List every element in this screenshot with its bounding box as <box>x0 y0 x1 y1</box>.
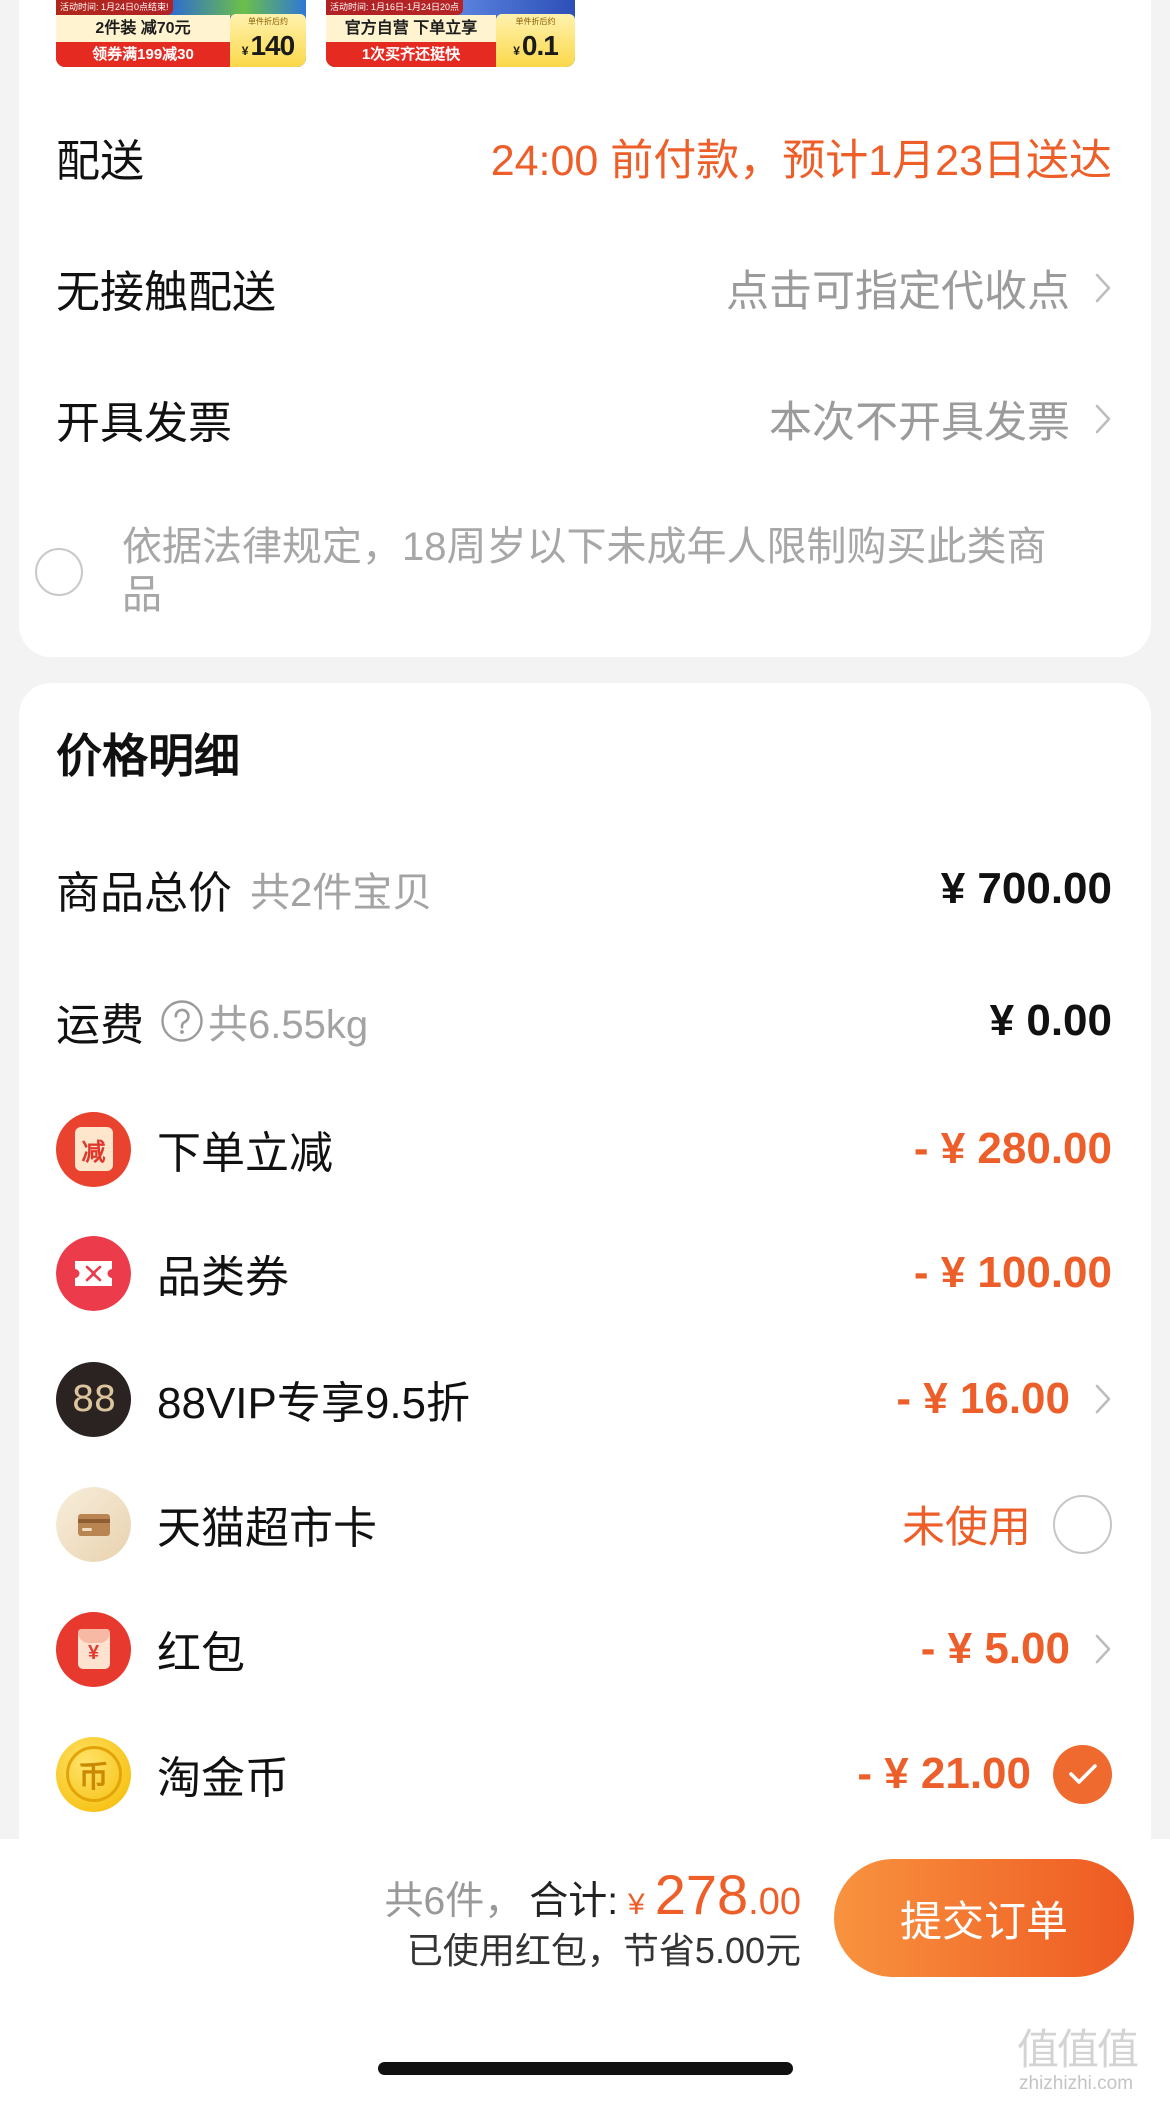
category-coupon-value: - ¥ 100.00 <box>913 1248 1112 1297</box>
88vip-discount-label: 88VIP专享9.5折 <box>157 1379 471 1428</box>
88vip-icon-glyph: 88 <box>71 1378 117 1420</box>
coin-glyph: 币 <box>65 1746 122 1802</box>
watermark-logo: 值值值 <box>1017 2026 1139 2073</box>
price-currency: ¥ <box>241 44 249 58</box>
supermarket-card-icon <box>56 1486 131 1562</box>
reduce-icon-glyph: 减 <box>74 1127 113 1171</box>
subtotal-value: ¥ 700.00 <box>940 864 1112 913</box>
chevron-right-icon[interactable] <box>1094 1383 1112 1415</box>
promo-price: ¥0.1 <box>496 28 575 67</box>
help-icon[interactable] <box>160 999 204 1043</box>
delivery-label: 配送 <box>56 137 144 186</box>
category-coupon-icon <box>56 1235 131 1311</box>
price-detail-title: 价格明细 <box>56 730 240 782</box>
promo-price: ¥140 <box>230 28 306 67</box>
check-icon <box>1068 1764 1097 1784</box>
checkout-bar: 共6件， 合计: ¥278.00 已使用红包，节省5.00元 提交订单 值值值 zh… <box>0 1839 1170 2101</box>
shipping-value: ¥ 0.00 <box>989 996 1112 1045</box>
red-packet-envelope: ¥ <box>77 1629 110 1669</box>
chevron-right-icon <box>1095 404 1111 434</box>
order-confirmation-page: 活动时间: 1月24日0点结束! 2件装 减70元 领券满199减30 单件折后… <box>0 0 1170 2101</box>
product-thumbnail[interactable]: 活动时间: 1月16日-1月24日20点 官方自营 下单立享 1次买齐还挺快 单… <box>326 0 575 67</box>
red-packet-icon: ¥ <box>56 1611 131 1687</box>
age-restriction-notice: 依据法律规定，18周岁以下未成年人限制购买此类商品 <box>122 525 1047 617</box>
home-indicator[interactable] <box>378 2062 793 2075</box>
chevron-right-icon <box>1095 273 1111 303</box>
total-label: 合计: <box>529 1880 619 1923</box>
supermarket-card-status: 未使用 <box>902 1504 1031 1552</box>
promo-coupon-text: 领券满199减30 <box>56 42 230 67</box>
taojinbi-coin-icon: 币 <box>56 1736 131 1812</box>
age-notice-checkbox[interactable] <box>35 548 83 596</box>
invoice-value: 本次不开具发票 <box>769 399 1070 447</box>
price-currency: ¥ <box>513 44 520 58</box>
price-note: 单件折后约 <box>248 17 288 26</box>
red-packet-flap <box>77 1629 110 1643</box>
contactless-delivery-action[interactable]: 点击可指定代收点 <box>726 257 1112 319</box>
promo-headline: 2件装 减70元 <box>56 15 230 42</box>
instant-reduce-label: 下单立减 <box>157 1129 333 1178</box>
shipping-weight-note: 共6.55kg <box>208 1003 369 1047</box>
delivery-row: 配送 24:00 前付款，预计1月23日送达 <box>56 117 1112 197</box>
category-coupon-label: 品类券 <box>157 1253 289 1302</box>
delivery-estimate: 24:00 前付款，预计1月23日送达 <box>490 137 1112 185</box>
invoice-action[interactable]: 本次不开具发票 <box>769 388 1112 450</box>
contactless-delivery-label: 无接触配送 <box>56 268 276 317</box>
product-thumbnail[interactable]: 活动时间: 1月24日0点结束! 2件装 减70元 领券满199减30 单件折后… <box>56 0 306 67</box>
taojinbi-label: 淘金币 <box>157 1754 289 1803</box>
88vip-discount-value: - ¥ 16.00 <box>896 1374 1070 1423</box>
total-currency: ¥ <box>628 1888 645 1921</box>
promo-coupon-text: 1次买齐还挺快 <box>326 42 496 67</box>
savings-note: 已使用红包，节省5.00元 <box>406 1930 801 1971</box>
price-value: 140 <box>250 30 295 61</box>
price-detail-header: 价格明细 <box>56 713 1112 793</box>
instant-reduce-row: 减 下单立减 - ¥ 280.00 <box>56 1109 1112 1189</box>
order-total-line: 共6件， 合计: ¥278.00 <box>385 1863 802 1927</box>
item-count-note: 共2件宝贝 <box>250 871 433 915</box>
total-amount-decimal: .00 <box>748 1881 801 1923</box>
shipping-label: 运费 <box>56 1001 144 1050</box>
subtotal-label: 商品总价 <box>56 869 232 918</box>
promo-price-box: 单件折后约 ¥0.1 <box>496 14 575 67</box>
category-coupon-row: 品类券 - ¥ 100.00 <box>56 1233 1112 1313</box>
supermarket-card-label: 天猫超市卡 <box>157 1504 377 1553</box>
invoice-row[interactable]: 开具发票 本次不开具发票 <box>56 379 1112 459</box>
contactless-delivery-row[interactable]: 无接触配送 点击可指定代收点 <box>56 248 1112 328</box>
total-amount-integer: 278 <box>654 1863 749 1926</box>
taojinbi-row[interactable]: 币 淘金币 - ¥ 21.00 <box>56 1734 1112 1814</box>
price-value: 0.1 <box>521 30 559 61</box>
red-packet-label: 红包 <box>157 1629 245 1678</box>
instant-reduce-icon: 减 <box>56 1111 131 1187</box>
red-packet-glyph: ¥ <box>87 1642 100 1664</box>
item-count: 共6件， <box>384 1880 524 1923</box>
promo-activity-time: 活动时间: 1月16日-1月24日20点 <box>326 0 464 15</box>
supermarket-card-radio[interactable] <box>1053 1494 1112 1554</box>
price-note: 单件折后约 <box>515 17 556 26</box>
contactless-delivery-value: 点击可指定代收点 <box>726 268 1070 316</box>
shipping-row: 运费 共6.55kg ¥ 0.00 <box>56 981 1112 1061</box>
watermark-site: zhizhizhi.com <box>1019 2073 1134 2094</box>
subtotal-row: 商品总价 共2件宝贝 ¥ 700.00 <box>56 849 1112 929</box>
promo-headline: 官方自营 下单立享 <box>326 15 496 42</box>
red-packet-value: - ¥ 5.00 <box>920 1624 1070 1673</box>
order-info-card: 活动时间: 1月24日0点结束! 2件装 减70元 领券满199减30 单件折后… <box>19 0 1151 657</box>
promo-price-box: 单件折后约 ¥140 <box>230 14 306 67</box>
submit-order-button[interactable]: 提交订单 <box>834 1859 1134 1977</box>
invoice-label: 开具发票 <box>56 399 232 448</box>
red-packet-row[interactable]: ¥ 红包 - ¥ 5.00 <box>56 1609 1112 1689</box>
promo-activity-time: 活动时间: 1月24日0点结束! <box>56 0 173 15</box>
chevron-right-icon[interactable] <box>1094 1633 1112 1665</box>
taojinbi-value: - ¥ 21.00 <box>857 1749 1031 1798</box>
price-detail-card: 价格明细 商品总价 共2件宝贝 ¥ 700.00 运费 共6.55kg ¥ 0.… <box>19 683 1151 1903</box>
supermarket-card-row[interactable]: 天猫超市卡 未使用 <box>56 1484 1112 1564</box>
taojinbi-checkbox[interactable] <box>1053 1744 1112 1804</box>
instant-reduce-value: - ¥ 280.00 <box>913 1124 1112 1173</box>
88vip-discount-row[interactable]: 88 88VIP专享9.5折 - ¥ 16.00 <box>56 1359 1112 1439</box>
88vip-icon: 88 <box>56 1361 131 1437</box>
